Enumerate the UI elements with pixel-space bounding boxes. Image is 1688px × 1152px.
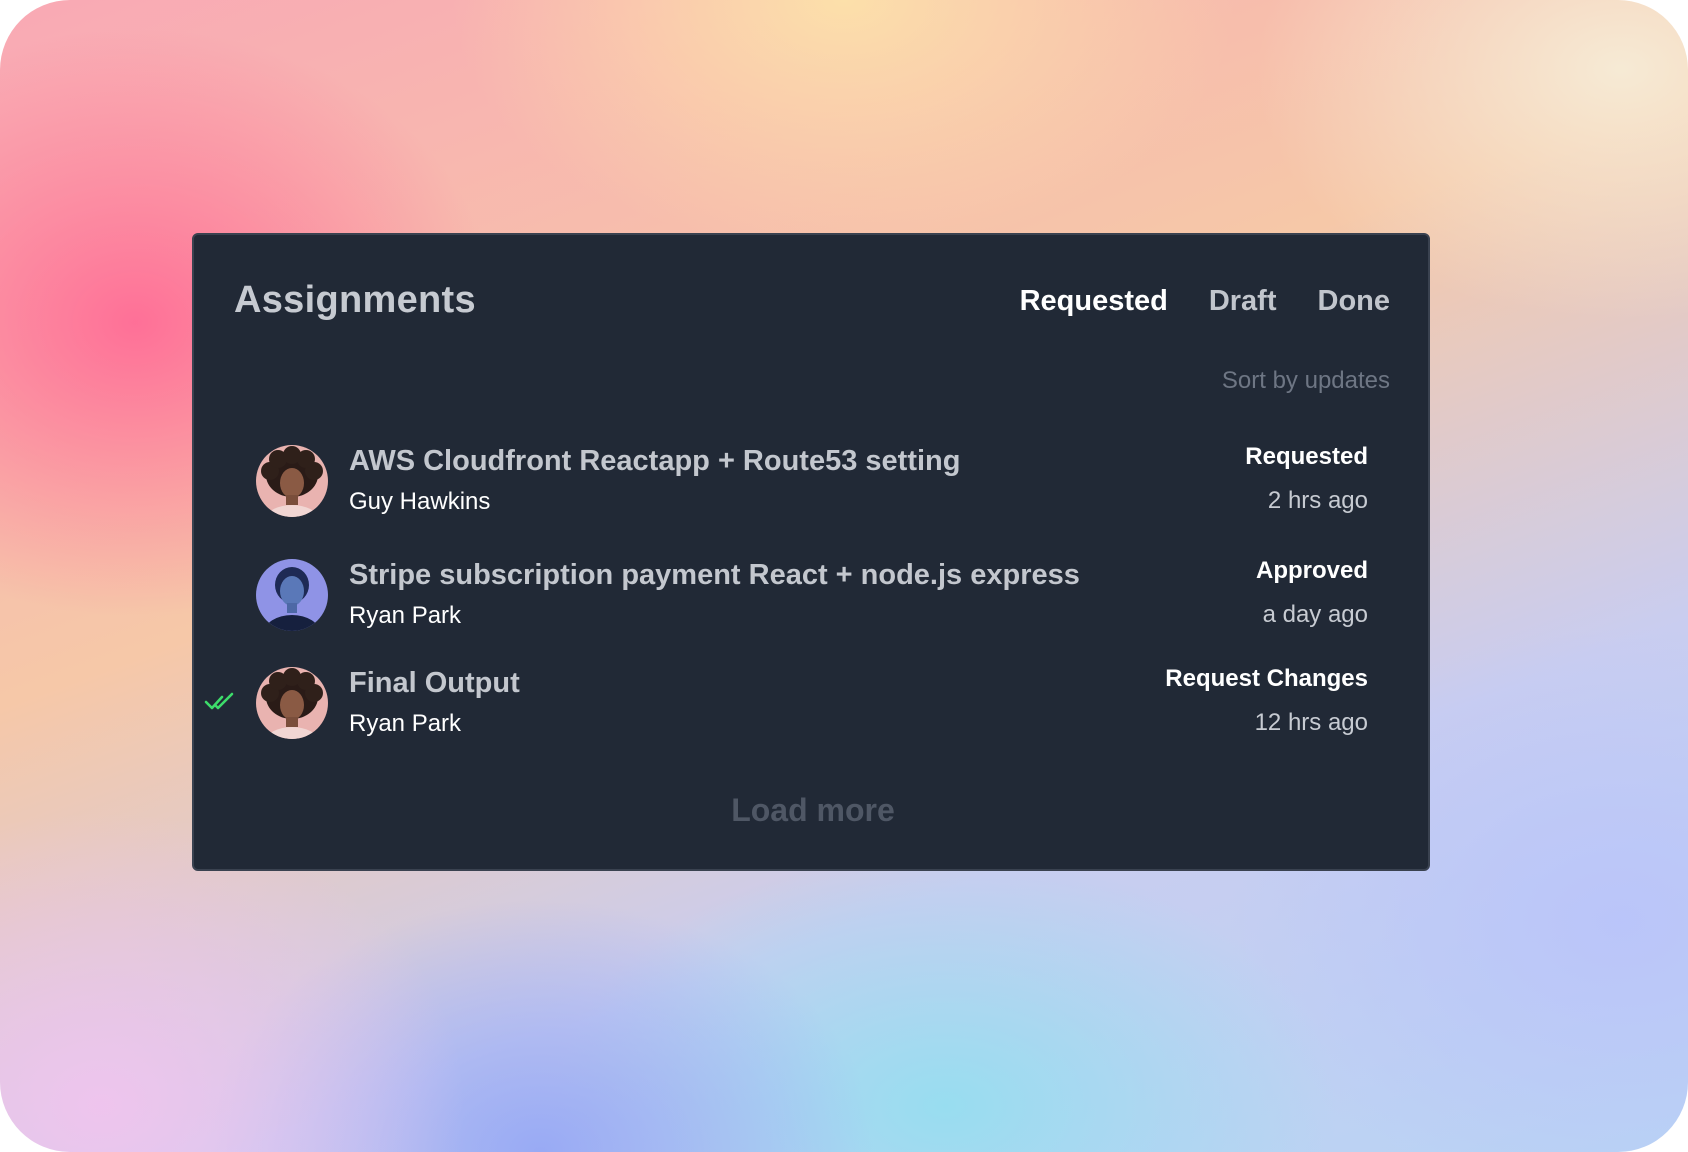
double-check-icon bbox=[204, 692, 234, 710]
assignment-title[interactable]: Stripe subscription payment React + node… bbox=[349, 559, 1080, 592]
assignment-row[interactable]: Final Output Ryan Park Request Changes 1… bbox=[194, 665, 1432, 745]
assignment-row[interactable]: AWS Cloudfront Reactapp + Route53 settin… bbox=[194, 443, 1432, 523]
tab-draft[interactable]: Draft bbox=[1209, 285, 1277, 318]
avatar bbox=[256, 667, 328, 739]
sort-by-updates-button[interactable]: Sort by updates bbox=[1222, 367, 1390, 395]
avatar-blue-light-icon bbox=[256, 559, 328, 631]
avatar-curly-hair-icon bbox=[256, 445, 328, 517]
updated-time: a day ago bbox=[1262, 601, 1368, 628]
tab-requested[interactable]: Requested bbox=[1020, 285, 1168, 318]
background-frame: Assignments Requested Draft Done Sort by… bbox=[0, 0, 1688, 1152]
updated-time: 2 hrs ago bbox=[1267, 487, 1368, 514]
status-badge: Requested bbox=[1245, 443, 1368, 470]
assignment-author: Ryan Park bbox=[349, 710, 462, 737]
avatar bbox=[256, 559, 328, 631]
assignment-author: Guy Hawkins bbox=[349, 488, 491, 515]
assignment-title[interactable]: AWS Cloudfront Reactapp + Route53 settin… bbox=[349, 445, 960, 478]
assignment-title[interactable]: Final Output bbox=[349, 667, 520, 700]
assignment-author: Ryan Park bbox=[349, 602, 462, 629]
updated-time: 12 hrs ago bbox=[1254, 709, 1368, 736]
avatar-curly-hair-icon bbox=[256, 667, 328, 739]
avatar bbox=[256, 445, 328, 517]
assignment-row[interactable]: Stripe subscription payment React + node… bbox=[194, 557, 1432, 637]
status-tabs: Requested Draft Done bbox=[1020, 285, 1390, 318]
status-badge: Request Changes bbox=[1165, 665, 1368, 692]
tab-done[interactable]: Done bbox=[1318, 285, 1391, 318]
assignments-card: Assignments Requested Draft Done Sort by… bbox=[192, 233, 1430, 871]
page-title: Assignments bbox=[234, 279, 476, 321]
load-more-button[interactable]: Load more bbox=[194, 792, 1432, 829]
status-badge: Approved bbox=[1255, 557, 1368, 584]
